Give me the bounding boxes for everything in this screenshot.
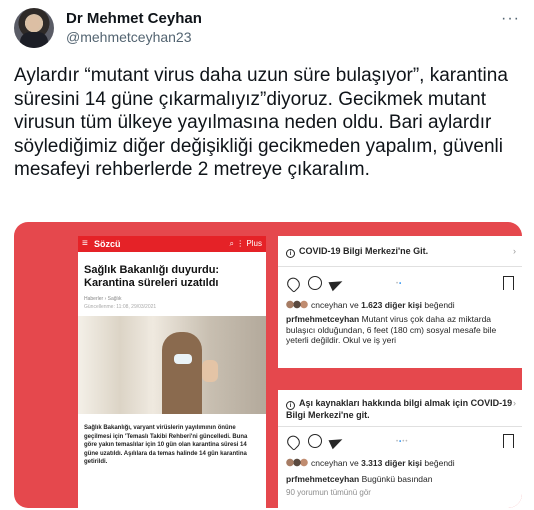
news-date: Güncellenme: 11:08, 29/03/2021 bbox=[84, 304, 157, 310]
caption-text: Bugünkü basından bbox=[359, 474, 433, 484]
news-title: Sağlık Bakanlığı duyurdu: Karantina süre… bbox=[84, 264, 220, 289]
face-mask-shape bbox=[174, 354, 192, 364]
news-screenshot: ≡ Sözcü ⌕ ⋮ Plus Sağlık Bakanlığı duyurd… bbox=[78, 236, 266, 508]
liker-avatars bbox=[286, 458, 308, 467]
instagram-screenshots: i COVID-19 Bilgi Merkezi'ne Git. › •• cnc… bbox=[278, 236, 522, 508]
heart-icon bbox=[286, 276, 300, 290]
more-horizontal-icon[interactable]: ··· bbox=[501, 10, 520, 28]
carousel-dots: •••• bbox=[396, 439, 409, 445]
likes-user: cnceyhan bbox=[311, 458, 348, 468]
post-caption: prfmehmetceyhan Bugünkü basından bbox=[286, 474, 516, 485]
send-icon bbox=[330, 434, 344, 448]
view-comments-link: 90 yorumun tümünü gör bbox=[286, 488, 371, 497]
liker-avatars bbox=[286, 300, 308, 309]
divider bbox=[278, 426, 522, 427]
instagram-post-1: i COVID-19 Bilgi Merkezi'ne Git. › •• cnc… bbox=[278, 236, 522, 368]
tweet-text: Aylardır “mutant virus daha uzun süre bu… bbox=[14, 65, 508, 180]
post-actions: •• bbox=[286, 276, 514, 292]
caption-user: prfmehmetceyhan bbox=[286, 314, 360, 324]
avatar-face bbox=[28, 16, 40, 31]
author-handle[interactable]: @mehmetceyhan23 bbox=[66, 29, 192, 45]
instagram-post-2: i Aşı kaynakları hakkında bilgi almak içi… bbox=[278, 390, 522, 508]
info-icon: i bbox=[286, 249, 295, 258]
news-header-bar: ≡ Sözcü ⌕ ⋮ Plus bbox=[78, 236, 266, 252]
carousel-dots: •• bbox=[396, 281, 403, 287]
chevron-right-icon: › bbox=[513, 398, 516, 408]
curtain-shape bbox=[78, 316, 148, 414]
comment-icon bbox=[308, 276, 322, 290]
tweet: Dr Mehmet Ceyhan @mehmetceyhan23 ··· Ayl… bbox=[0, 0, 534, 510]
vaccine-info-text: Aşı kaynakları hakkında bilgi almak için… bbox=[286, 398, 513, 420]
avatar-suit bbox=[20, 32, 48, 48]
likes-count: 1.623 diğer kişi bbox=[361, 300, 423, 310]
heart-icon bbox=[286, 434, 300, 448]
vaccine-info-link: i Aşı kaynakları hakkında bilgi almak içi… bbox=[286, 398, 516, 421]
divider bbox=[278, 266, 522, 267]
bookmark-icon bbox=[503, 434, 514, 448]
info-icon: i bbox=[286, 401, 295, 410]
post-caption: prfmehmetceyhan Mutant virus çok daha az… bbox=[286, 314, 516, 366]
avatar[interactable] bbox=[14, 8, 54, 48]
likes-line: cnceyhan ve 3.313 diğer kişi beğendi bbox=[286, 458, 516, 468]
chevron-right-icon: › bbox=[513, 246, 516, 256]
person-shape bbox=[162, 332, 202, 414]
likes-user: cnceyhan bbox=[311, 300, 348, 310]
news-logo: Sözcü bbox=[94, 239, 121, 249]
send-icon bbox=[330, 276, 344, 290]
hand-shape bbox=[202, 360, 218, 382]
comment-icon bbox=[308, 434, 322, 448]
covid-info-text: COVID-19 Bilgi Merkezi'ne Git. bbox=[299, 246, 429, 256]
caption-user: prfmehmetceyhan bbox=[286, 474, 360, 484]
likes-count: 3.313 diğer kişi bbox=[361, 458, 423, 468]
news-body: Sağlık Bakanlığı, varyant virüslerin yay… bbox=[84, 425, 248, 465]
likes-suffix: beğendi bbox=[422, 458, 455, 468]
likes-suffix: beğendi bbox=[422, 300, 455, 310]
tweet-media[interactable]: ≡ Sözcü ⌕ ⋮ Plus Sağlık Bakanlığı duyurd… bbox=[14, 222, 522, 508]
news-photo bbox=[78, 316, 266, 414]
likes-conj: ve bbox=[347, 458, 362, 468]
likes-conj: ve bbox=[347, 300, 362, 310]
news-header-icons: ⌕ ⋮ Plus bbox=[229, 239, 263, 248]
post-actions: •••• bbox=[286, 434, 514, 450]
menu-icon: ≡ bbox=[82, 238, 88, 249]
author-name[interactable]: Dr Mehmet Ceyhan bbox=[66, 10, 202, 27]
news-meta: Haberler › Sağlık bbox=[84, 296, 122, 302]
bookmark-icon bbox=[503, 276, 514, 290]
likes-line: cnceyhan ve 1.623 diğer kişi beğendi bbox=[286, 300, 516, 310]
tweet-header: Dr Mehmet Ceyhan @mehmetceyhan23 ··· bbox=[14, 8, 524, 48]
covid-info-link: i COVID-19 Bilgi Merkezi'ne Git. › bbox=[286, 246, 516, 258]
